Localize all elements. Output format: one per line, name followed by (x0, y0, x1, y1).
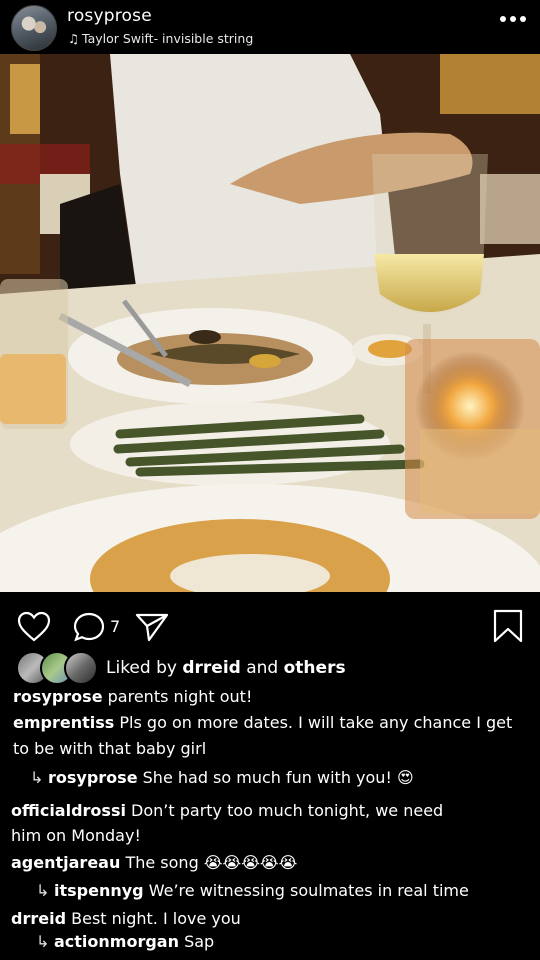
liked-by-text: Liked by drreid and others (106, 658, 346, 678)
reply-arrow-icon: ↳ (36, 881, 50, 900)
reply-arrow-icon: ↳ (36, 932, 50, 951)
comment-continuation: him on Monday! (11, 826, 141, 845)
action-bar (0, 600, 540, 650)
post-photo[interactable] (0, 54, 540, 592)
comment: emprentiss Pls go on more dates. I will … (13, 713, 513, 732)
post-username[interactable]: rosyprose (67, 6, 152, 26)
comment-username[interactable]: actionmorgan (54, 932, 179, 951)
comment-continuation: to be with that baby girl (13, 739, 207, 758)
song-title[interactable]: Taylor Swift- invisible string (82, 31, 253, 46)
post-header: rosyprose ♫ Taylor Swift- invisible strin… (0, 0, 540, 54)
comment-reply: ↳ rosyprose She had so much fun with you!… (30, 768, 414, 787)
liked-by-user[interactable]: drreid (182, 658, 240, 678)
liker-avatar (64, 651, 98, 685)
music-note-icon: ♫ (68, 31, 80, 46)
comment-caption: rosyprose parents night out! (13, 687, 253, 706)
avatar[interactable] (11, 5, 57, 51)
bookmark-icon[interactable] (492, 608, 524, 644)
comment-reply: ↳ actionmorgan Sap (36, 932, 215, 951)
share-icon[interactable] (135, 612, 169, 642)
comment-username[interactable]: itspennyg (54, 881, 144, 900)
comment-username[interactable]: emprentiss (13, 713, 114, 732)
comment-username[interactable]: agentjareau (11, 853, 120, 872)
song-label[interactable]: ♫ Taylor Swift- invisible string (68, 31, 253, 46)
reply-arrow-icon: ↳ (30, 768, 44, 787)
comment-count: 7 (110, 617, 121, 636)
comment-reply: ↳ itspennyg We’re witnessing soulmates in… (36, 881, 469, 900)
comment-icon[interactable] (73, 611, 107, 643)
heart-icon[interactable] (17, 611, 51, 643)
comment-username[interactable]: drreid (11, 909, 66, 928)
comment: drreid Best night. I love you (11, 909, 241, 928)
comment-username[interactable]: rosyprose (13, 687, 103, 706)
comment-username[interactable]: rosyprose (48, 768, 138, 787)
liked-by-others[interactable]: others (284, 658, 346, 678)
liked-by-row[interactable]: Liked by drreid and others (16, 651, 346, 685)
comment: agentjareau The song 😭😭😭😭😭 (11, 853, 298, 872)
comment-username[interactable]: officialdrossi (11, 801, 126, 820)
comment: officialdrossi Don’t party too much toni… (11, 801, 444, 820)
more-horizontal-icon[interactable] (500, 16, 526, 22)
